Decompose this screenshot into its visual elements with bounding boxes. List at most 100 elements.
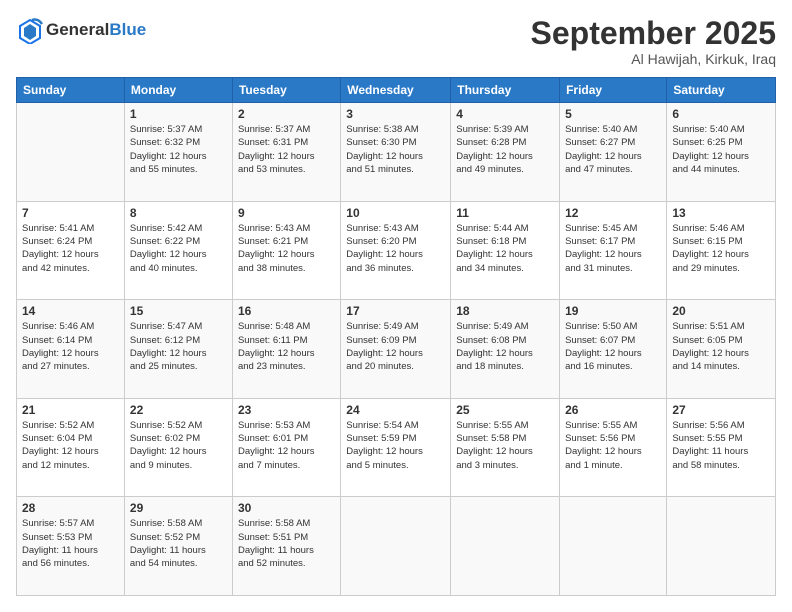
- day-info: Sunrise: 5:38 AMSunset: 6:30 PMDaylight:…: [346, 123, 445, 176]
- day-info: Sunrise: 5:55 AMSunset: 5:56 PMDaylight:…: [565, 419, 661, 472]
- day-info: Sunrise: 5:43 AMSunset: 6:21 PMDaylight:…: [238, 222, 335, 275]
- day-info: Sunrise: 5:56 AMSunset: 5:55 PMDaylight:…: [672, 419, 770, 472]
- logo: GeneralBlue: [16, 16, 146, 44]
- table-row: 15 Sunrise: 5:47 AMSunset: 6:12 PMDayligh…: [124, 300, 232, 399]
- day-info: Sunrise: 5:52 AMSunset: 6:04 PMDaylight:…: [22, 419, 119, 472]
- table-row: [451, 497, 560, 596]
- logo-text: GeneralBlue: [46, 21, 146, 40]
- day-number: 18: [456, 304, 554, 318]
- table-row: 1 Sunrise: 5:37 AMSunset: 6:32 PMDaylight…: [124, 103, 232, 202]
- day-number: 28: [22, 501, 119, 515]
- table-row: 27 Sunrise: 5:56 AMSunset: 5:55 PMDayligh…: [667, 398, 776, 497]
- day-info: Sunrise: 5:50 AMSunset: 6:07 PMDaylight:…: [565, 320, 661, 373]
- day-info: Sunrise: 5:45 AMSunset: 6:17 PMDaylight:…: [565, 222, 661, 275]
- header: GeneralBlue September 2025 Al Hawijah, K…: [16, 16, 776, 67]
- day-info: Sunrise: 5:51 AMSunset: 6:05 PMDaylight:…: [672, 320, 770, 373]
- day-number: 29: [130, 501, 227, 515]
- table-row: 23Sunrise: 5:53 AMSunset: 6:01 PMDayligh…: [232, 398, 340, 497]
- table-row: [341, 497, 451, 596]
- day-number: 12: [565, 206, 661, 220]
- day-info: Sunrise: 5:47 AMSunset: 6:12 PMDaylight:…: [130, 320, 227, 373]
- col-wednesday: Wednesday: [341, 78, 451, 103]
- day-info: Sunrise: 5:44 AMSunset: 6:18 PMDaylight:…: [456, 222, 554, 275]
- table-row: 12 Sunrise: 5:45 AMSunset: 6:17 PMDayligh…: [560, 201, 667, 300]
- day-number: 2: [238, 107, 335, 121]
- day-number: 22: [130, 403, 227, 417]
- day-number: 4: [456, 107, 554, 121]
- table-row: 24 Sunrise: 5:54 AMSunset: 5:59 PMDayligh…: [341, 398, 451, 497]
- table-row: 8 Sunrise: 5:42 AMSunset: 6:22 PMDaylight…: [124, 201, 232, 300]
- table-row: 22Sunrise: 5:52 AMSunset: 6:02 PMDayligh…: [124, 398, 232, 497]
- day-number: 25: [456, 403, 554, 417]
- day-number: 27: [672, 403, 770, 417]
- day-info: Sunrise: 5:39 AMSunset: 6:28 PMDaylight:…: [456, 123, 554, 176]
- col-saturday: Saturday: [667, 78, 776, 103]
- table-row: 5 Sunrise: 5:40 AMSunset: 6:27 PMDaylight…: [560, 103, 667, 202]
- title-block: September 2025 Al Hawijah, Kirkuk, Iraq: [531, 16, 776, 67]
- day-number: 1: [130, 107, 227, 121]
- table-row: 6 Sunrise: 5:40 AMSunset: 6:25 PMDaylight…: [667, 103, 776, 202]
- table-row: 13 Sunrise: 5:46 AMSunset: 6:15 PMDayligh…: [667, 201, 776, 300]
- day-info: Sunrise: 5:40 AMSunset: 6:27 PMDaylight:…: [565, 123, 661, 176]
- day-number: 15: [130, 304, 227, 318]
- day-number: 20: [672, 304, 770, 318]
- calendar-table: Sunday Monday Tuesday Wednesday Thursday…: [16, 77, 776, 596]
- day-number: 3: [346, 107, 445, 121]
- day-number: 30: [238, 501, 335, 515]
- table-row: 3 Sunrise: 5:38 AMSunset: 6:30 PMDaylight…: [341, 103, 451, 202]
- calendar-header: Sunday Monday Tuesday Wednesday Thursday…: [17, 78, 776, 103]
- day-number: 16: [238, 304, 335, 318]
- day-info: Sunrise: 5:42 AMSunset: 6:22 PMDaylight:…: [130, 222, 227, 275]
- day-number: 21: [22, 403, 119, 417]
- table-row: 29 Sunrise: 5:58 AMSunset: 5:52 PMDayligh…: [124, 497, 232, 596]
- day-number: 11: [456, 206, 554, 220]
- month-title: September 2025: [531, 16, 776, 51]
- table-row: 20 Sunrise: 5:51 AMSunset: 6:05 PMDayligh…: [667, 300, 776, 399]
- col-sunday: Sunday: [17, 78, 125, 103]
- table-row: 2 Sunrise: 5:37 AMSunset: 6:31 PMDaylight…: [232, 103, 340, 202]
- day-number: 14: [22, 304, 119, 318]
- day-number: 7: [22, 206, 119, 220]
- day-info: Sunrise: 5:49 AMSunset: 6:08 PMDaylight:…: [456, 320, 554, 373]
- col-thursday: Thursday: [451, 78, 560, 103]
- day-info: Sunrise: 5:37 AMSunset: 6:32 PMDaylight:…: [130, 123, 227, 176]
- day-number: 26: [565, 403, 661, 417]
- day-number: 13: [672, 206, 770, 220]
- table-row: 17 Sunrise: 5:49 AMSunset: 6:09 PMDayligh…: [341, 300, 451, 399]
- table-row: 7 Sunrise: 5:41 AMSunset: 6:24 PMDaylight…: [17, 201, 125, 300]
- table-row: 18 Sunrise: 5:49 AMSunset: 6:08 PMDayligh…: [451, 300, 560, 399]
- day-number: 6: [672, 107, 770, 121]
- day-info: Sunrise: 5:37 AMSunset: 6:31 PMDaylight:…: [238, 123, 335, 176]
- table-row: 10 Sunrise: 5:43 AMSunset: 6:20 PMDayligh…: [341, 201, 451, 300]
- day-info: Sunrise: 5:43 AMSunset: 6:20 PMDaylight:…: [346, 222, 445, 275]
- table-row: 4 Sunrise: 5:39 AMSunset: 6:28 PMDaylight…: [451, 103, 560, 202]
- day-number: 10: [346, 206, 445, 220]
- day-number: 17: [346, 304, 445, 318]
- table-row: 30 Sunrise: 5:58 AMSunset: 5:51 PMDayligh…: [232, 497, 340, 596]
- day-info: Sunrise: 5:49 AMSunset: 6:09 PMDaylight:…: [346, 320, 445, 373]
- table-row: 25 Sunrise: 5:55 AMSunset: 5:58 PMDayligh…: [451, 398, 560, 497]
- location-title: Al Hawijah, Kirkuk, Iraq: [531, 51, 776, 67]
- day-info: Sunrise: 5:41 AMSunset: 6:24 PMDaylight:…: [22, 222, 119, 275]
- day-info: Sunrise: 5:55 AMSunset: 5:58 PMDaylight:…: [456, 419, 554, 472]
- day-info: Sunrise: 5:48 AMSunset: 6:11 PMDaylight:…: [238, 320, 335, 373]
- day-info: Sunrise: 5:40 AMSunset: 6:25 PMDaylight:…: [672, 123, 770, 176]
- col-friday: Friday: [560, 78, 667, 103]
- day-number: 24: [346, 403, 445, 417]
- table-row: [667, 497, 776, 596]
- table-row: 19Sunrise: 5:50 AMSunset: 6:07 PMDayligh…: [560, 300, 667, 399]
- day-number: 23: [238, 403, 335, 417]
- day-info: Sunrise: 5:58 AMSunset: 5:51 PMDaylight:…: [238, 517, 335, 570]
- table-row: 26 Sunrise: 5:55 AMSunset: 5:56 PMDayligh…: [560, 398, 667, 497]
- calendar-body: 1 Sunrise: 5:37 AMSunset: 6:32 PMDaylight…: [17, 103, 776, 596]
- table-row: 14Sunrise: 5:46 AMSunset: 6:14 PMDayligh…: [17, 300, 125, 399]
- day-number: 8: [130, 206, 227, 220]
- day-info: Sunrise: 5:57 AMSunset: 5:53 PMDaylight:…: [22, 517, 119, 570]
- day-info: Sunrise: 5:54 AMSunset: 5:59 PMDaylight:…: [346, 419, 445, 472]
- day-info: Sunrise: 5:46 AMSunset: 6:15 PMDaylight:…: [672, 222, 770, 275]
- day-number: 9: [238, 206, 335, 220]
- day-info: Sunrise: 5:58 AMSunset: 5:52 PMDaylight:…: [130, 517, 227, 570]
- day-number: 5: [565, 107, 661, 121]
- col-tuesday: Tuesday: [232, 78, 340, 103]
- table-row: 11 Sunrise: 5:44 AMSunset: 6:18 PMDayligh…: [451, 201, 560, 300]
